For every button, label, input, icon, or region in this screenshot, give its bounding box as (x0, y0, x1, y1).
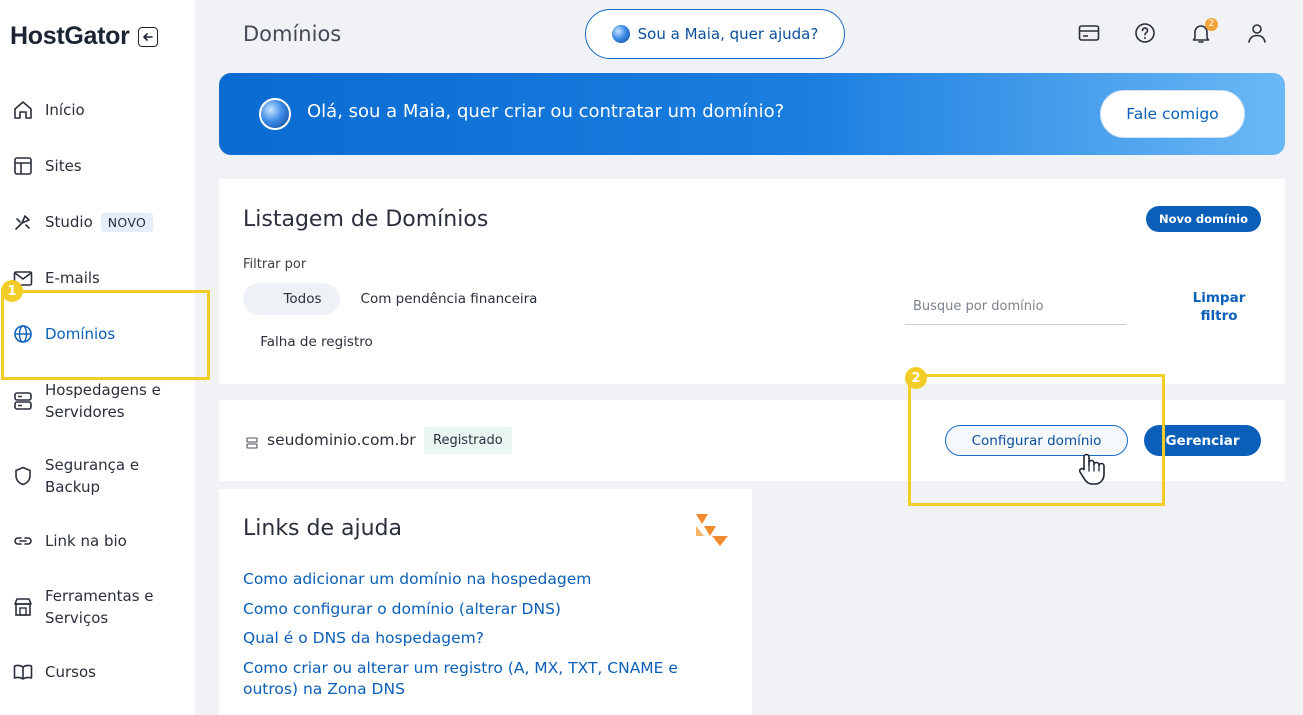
help-link[interactable]: Como configurar o domínio (alterar DNS) (243, 599, 713, 620)
sidebar-item-hospedagens[interactable]: Hospedagens e Servidores (12, 379, 192, 423)
studio-icon (12, 211, 34, 233)
hostgator-mark-icon (696, 514, 728, 550)
sidebar-item-link-na-bio[interactable]: Link na bio (12, 530, 192, 552)
maia-avatar-icon (259, 98, 291, 130)
sidebar-item-emails[interactable]: E-mails (12, 267, 192, 289)
sidebar-item-sites[interactable]: Sites (12, 155, 192, 177)
help-title: Links de ajuda (243, 516, 402, 541)
server-icon (12, 390, 34, 412)
collapse-sidebar-icon[interactable] (137, 26, 158, 47)
help-link[interactable]: Como criar ou alterar um registro (A, MX… (243, 658, 693, 700)
sidebar-item-inicio[interactable]: Início (12, 99, 192, 121)
filter-chip-pendencia[interactable]: Com pendência financeira (354, 283, 544, 315)
domain-search-input[interactable] (905, 289, 1126, 325)
link-icon (12, 530, 34, 552)
layout-icon (12, 155, 34, 177)
logo-row: HostGator (10, 22, 158, 51)
highlight-box-step-2 (908, 374, 1165, 506)
server-small-icon (246, 434, 258, 453)
page-title: Domínios (243, 22, 342, 46)
notification-bell-icon[interactable]: 2 (1189, 18, 1218, 45)
filter-chip-falha[interactable]: Falha de registro (249, 326, 384, 358)
filter-label: Filtrar por (243, 257, 307, 272)
book-icon (12, 661, 34, 683)
home-icon (12, 99, 34, 121)
step-number-badge: 1 (1, 280, 23, 302)
step-number-badge: 2 (905, 367, 927, 389)
maia-orb-icon (611, 25, 630, 43)
sidebar-item-label: E-mails (45, 269, 100, 287)
maia-banner: Olá, sou a Maia, quer criar ou contratar… (219, 73, 1285, 155)
sidebar-item-label: Hospedagens e Servidores (45, 381, 161, 421)
domain-listing-card: Listagem de Domínios Novo domínio Filtra… (219, 179, 1285, 384)
sidebar-item-seguranca[interactable]: Segurança e Backup (12, 454, 192, 498)
tools-icon (12, 596, 34, 618)
payment-card-icon[interactable] (1077, 21, 1101, 45)
listing-title: Listagem de Domínios (243, 207, 489, 232)
sidebar-item-label: Cursos (45, 663, 96, 681)
sidebar-item-label: Link na bio (45, 532, 127, 550)
sidebar-item-label: Sites (45, 157, 82, 175)
sidebar-item-studio[interactable]: Studio NOVO (12, 211, 192, 233)
help-circle-icon[interactable] (1133, 21, 1157, 45)
domain-name: seudominio.com.br (267, 431, 416, 449)
sidebar-item-label: Ferramentas e Serviços (45, 587, 154, 627)
help-links-card: Links de ajuda Como adicionar um domínio… (219, 489, 752, 715)
maia-help-label: Sou a Maia, quer ajuda? (637, 25, 819, 43)
highlight-box-step-1 (1, 290, 210, 380)
banner-text: Olá, sou a Maia, quer criar ou contratar… (307, 101, 785, 122)
sidebar-item-label: Segurança e Backup (45, 456, 140, 496)
new-domain-button[interactable]: Novo domínio (1146, 206, 1261, 232)
new-badge: NOVO (100, 212, 154, 232)
hand-pointer-cursor-icon (1075, 452, 1105, 490)
hostgator-logo[interactable]: HostGator (10, 22, 130, 51)
sidebar-item-cursos[interactable]: Cursos (12, 661, 192, 683)
clear-filter-link[interactable]: Limpar filtro (1179, 289, 1259, 325)
sidebar-item-ferramentas[interactable]: Ferramentas e Serviços (12, 585, 192, 629)
maia-help-button[interactable]: Sou a Maia, quer ajuda? (585, 9, 845, 59)
shield-icon (12, 465, 34, 487)
sidebar-item-label: Início (45, 101, 85, 119)
notification-count-badge: 2 (1205, 18, 1218, 31)
filter-chip-label: Todos (283, 291, 322, 307)
help-link[interactable]: Como adicionar um domínio na hospedagem (243, 569, 713, 590)
sidebar-item-label: Studio (45, 213, 93, 231)
status-badge: Registrado (424, 427, 512, 454)
help-link[interactable]: Qual é o DNS da hospedagem? (243, 628, 713, 649)
talk-to-me-button[interactable]: Fale comigo (1100, 90, 1245, 138)
filter-chip-todos[interactable]: Todos (243, 283, 340, 315)
user-profile-icon[interactable] (1245, 21, 1269, 45)
